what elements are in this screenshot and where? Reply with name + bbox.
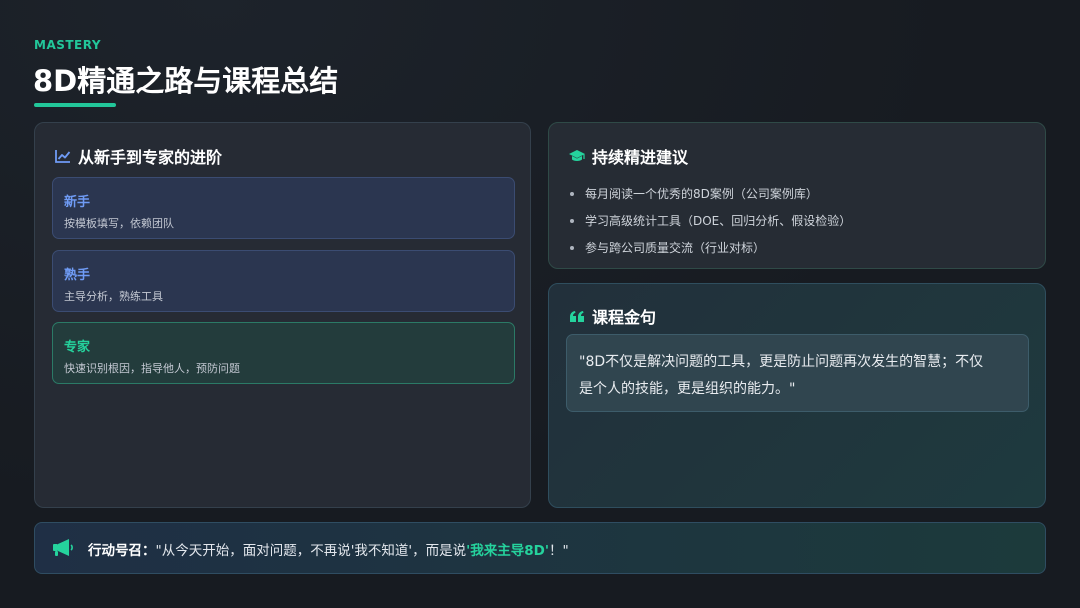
stage-skilled: 熟手 主导分析，熟练工具 (52, 250, 515, 312)
cta-text: 行动号召："从今天开始，面对问题，不再说'我不知道'，而是说'我来主导8D'！" (88, 539, 569, 559)
stage-desc: 按模板填写，依赖团队 (64, 217, 174, 230)
tip-text: 学习高级统计工具（DOE、回归分析、假设检验） (585, 214, 852, 228)
stage-title: 专家 (64, 340, 91, 355)
quote-icon (568, 307, 586, 325)
progression-heading-text: 从新手到专家的进阶 (78, 148, 223, 167)
slide: MASTERY 8D精通之路与课程总结 从新手到专家的进阶 新手 按模板填写，依… (0, 0, 1080, 608)
tips-card: 持续精进建议 每月阅读一个优秀的8D案例（公司案例库） 学习高级统计工具（DOE… (548, 122, 1046, 269)
bullet-dot (570, 245, 574, 250)
tips-list: 每月阅读一个优秀的8D案例（公司案例库） 学习高级统计工具（DOE、回归分析、假… (570, 180, 851, 261)
stage-expert: 专家 快速识别根因，指导他人，预防问题 (52, 322, 515, 384)
quote-line-1: "8D不仅是解决问题的工具，更是防止问题再次发生的智慧；不仅 (579, 354, 984, 370)
quote-card: 课程金句 "8D不仅是解决问题的工具，更是防止问题再次发生的智慧；不仅 是个人的… (548, 283, 1046, 508)
stage-novice: 新手 按模板填写，依赖团队 (52, 177, 515, 239)
stage-desc: 主导分析，熟练工具 (64, 290, 163, 303)
quote-line-2: 是个人的技能，更是组织的能力。" (579, 381, 796, 397)
cta-text-after: ！" (549, 543, 569, 559)
cta-highlight: '我来主导8D' (466, 543, 550, 559)
progression-heading: 从新手到专家的进阶 (54, 144, 222, 168)
quote-heading-text: 课程金句 (592, 308, 657, 327)
megaphone-icon (52, 538, 74, 560)
cta-label: 行动号召： (88, 543, 156, 559)
list-item: 每月阅读一个优秀的8D案例（公司案例库） (570, 180, 851, 207)
cta-text-before: "从今天开始，面对问题，不再说'我不知道'，而是说 (155, 543, 467, 559)
chart-line-icon (54, 147, 72, 165)
tip-text: 参与跨公司质量交流（行业对标） (585, 241, 766, 255)
list-item: 学习高级统计工具（DOE、回归分析、假设检验） (570, 207, 851, 234)
tip-text: 每月阅读一个优秀的8D案例（公司案例库） (585, 187, 818, 201)
title-underline (34, 103, 116, 107)
eyebrow-label: MASTERY (34, 38, 102, 52)
stage-title: 新手 (64, 195, 91, 210)
progression-card: 从新手到专家的进阶 新手 按模板填写，依赖团队 熟手 主导分析，熟练工具 专家 … (34, 122, 531, 508)
cta-banner: 行动号召："从今天开始，面对问题，不再说'我不知道'，而是说'我来主导8D'！" (34, 522, 1046, 574)
tips-heading: 持续精进建议 (568, 144, 688, 168)
page-title: 8D精通之路与课程总结 (33, 64, 339, 98)
graduation-cap-icon (568, 147, 586, 165)
tips-heading-text: 持续精进建议 (592, 148, 689, 167)
quote-heading: 课程金句 (568, 304, 656, 328)
stage-desc: 快速识别根因，指导他人，预防问题 (64, 362, 240, 375)
stage-title: 熟手 (64, 268, 91, 283)
bullet-dot (570, 218, 574, 223)
list-item: 参与跨公司质量交流（行业对标） (570, 234, 851, 261)
bullet-dot (570, 191, 574, 196)
quote-box: "8D不仅是解决问题的工具，更是防止问题再次发生的智慧；不仅 是个人的技能，更是… (566, 334, 1029, 412)
